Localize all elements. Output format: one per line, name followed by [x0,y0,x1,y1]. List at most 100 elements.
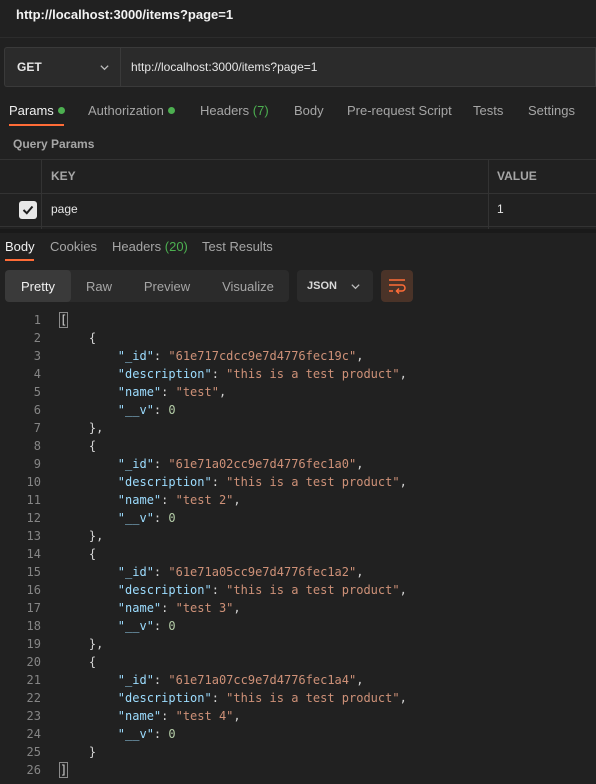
line-number: 26 [26,763,41,777]
code-line: 16 "description": "this is a test produc… [0,581,596,599]
code-line: 23 "name": "test 4", [0,707,596,725]
line-number: 15 [26,565,41,579]
green-dot-icon [57,107,65,114]
checkbox-checked-icon [22,205,34,215]
code-line: 3 "_id": "61e717cdcc9e7d4776fec19c", [0,347,596,365]
code-text: "description": "this is a test product", [117,475,407,489]
line-number: 22 [26,691,41,705]
code-text: } [60,745,97,759]
line-number: 16 [26,583,41,597]
code-line: 2 { [0,329,596,347]
code-text: [ [58,312,69,328]
method-label: GET [17,60,42,74]
tab-settings[interactable]: Settings [528,103,575,118]
column-value: VALUE [497,169,537,183]
title-bar: http://localhost:3000/items?page=1 [0,0,596,38]
code-text: }, [60,421,104,435]
code-text: "__v": 0 [117,727,176,741]
code-text: "_id": "61e71a02cc9e7d4776fec1a0", [117,457,364,471]
response-tab-headers[interactable]: Headers (20) [112,239,188,254]
table-header-row: KEY VALUE [0,160,596,194]
line-number: 13 [26,529,41,543]
view-visualize[interactable]: Visualize [207,270,289,302]
line-number: 20 [26,655,41,669]
request-bar: GET http://localhost:3000/items?page=1 [4,47,596,87]
code-line: 24 "__v": 0 [0,725,596,743]
code-line: 22 "description": "this is a test produc… [0,689,596,707]
code-text: "_id": "61e71a07cc9e7d4776fec1a4", [117,673,364,687]
response-tab-cookies[interactable]: Cookies [50,239,97,254]
pane-resize-handle[interactable] [0,229,596,233]
tab-authorization-label: Authorization [88,103,164,118]
wrap-lines-icon [389,279,406,294]
request-title[interactable]: http://localhost:3000/items?page=1 [16,7,233,22]
response-body-editor[interactable]: 1[2 {3 "_id": "61e717cdcc9e7d4776fec19c"… [0,311,596,779]
response-tab-body[interactable]: Body [5,239,35,254]
line-number: 11 [26,493,41,507]
view-preview[interactable]: Preview [127,270,207,302]
code-line: 10 "description": "this is a test produc… [0,473,596,491]
line-number: 8 [33,439,41,453]
line-number: 7 [33,421,41,435]
code-line: 14 { [0,545,596,563]
param-enabled-checkbox[interactable] [19,201,37,219]
line-number: 18 [26,619,41,633]
code-line: 20 { [0,653,596,671]
param-key-cell[interactable]: page [51,202,78,216]
tab-headers-label: Headers [200,103,250,118]
view-pretty[interactable]: Pretty [5,270,71,302]
param-value-cell[interactable]: 1 [497,202,504,216]
code-text: }, [60,637,104,651]
code-text: "description": "this is a test product", [117,691,407,705]
code-line: 8 { [0,437,596,455]
code-line: 4 "description": "this is a test product… [0,365,596,383]
response-tab-test-results[interactable]: Test Results [202,239,273,254]
tab-headers[interactable]: Headers (7) [200,103,269,118]
view-mode-selector: Pretty Raw Preview Visualize [5,270,289,302]
tab-params[interactable]: Params [9,103,65,118]
query-params-heading: Query Params [13,137,95,151]
column-divider [488,160,489,230]
method-select[interactable]: GET [4,47,120,87]
url-input[interactable]: http://localhost:3000/items?page=1 [120,47,596,87]
code-line: 11 "name": "test 2", [0,491,596,509]
code-text: }, [60,529,104,543]
code-line: 13 }, [0,527,596,545]
line-number: 2 [33,331,41,345]
column-divider [41,160,42,230]
response-headers-count: (20) [164,239,188,254]
tab-tests[interactable]: Tests [473,103,503,118]
code-line: 7 }, [0,419,596,437]
code-line: 15 "_id": "61e71a05cc9e7d4776fec1a2", [0,563,596,581]
tab-pre-request-script[interactable]: Pre-request Script [347,103,452,118]
format-label: JSON [307,280,337,292]
line-number: 12 [26,511,41,525]
view-raw[interactable]: Raw [71,270,127,302]
code-line: 25 } [0,743,596,761]
line-number: 4 [33,367,41,381]
tab-body[interactable]: Body [294,103,324,118]
chevron-down-icon [351,284,360,290]
code-line: 5 "name": "test", [0,383,596,401]
line-number: 24 [26,727,41,741]
tab-authorization[interactable]: Authorization [88,103,175,118]
active-tab-indicator [9,124,64,126]
format-select[interactable]: JSON [297,270,373,302]
code-line: 17 "name": "test 3", [0,599,596,617]
wrap-lines-button[interactable] [381,270,413,302]
code-text: ] [58,762,69,778]
line-number: 23 [26,709,41,723]
column-key: KEY [51,169,76,183]
code-line: 6 "__v": 0 [0,401,596,419]
table-row: page 1 [0,193,596,227]
line-number: 19 [26,637,41,651]
code-text: "__v": 0 [117,619,176,633]
code-text: "name": "test 3", [117,601,241,615]
code-text: "name": "test 2", [117,493,241,507]
line-number: 21 [26,673,41,687]
code-text: "name": "test 4", [117,709,241,723]
code-text: { [60,655,97,669]
code-text: "description": "this is a test product", [117,367,407,381]
response-headers-label: Headers [112,239,162,254]
active-response-tab-indicator [5,259,34,261]
